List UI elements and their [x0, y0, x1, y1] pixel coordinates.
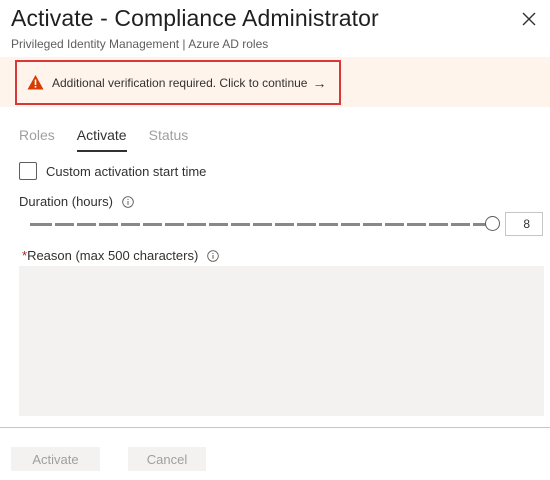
- cancel-button[interactable]: Cancel: [128, 447, 206, 471]
- duration-slider[interactable]: [30, 215, 500, 233]
- slider-tick: [360, 223, 363, 226]
- close-icon: [522, 12, 536, 26]
- verification-link[interactable]: Additional verification required. Click …: [15, 60, 341, 105]
- slider-tick: [52, 223, 55, 226]
- info-icon[interactable]: [207, 249, 220, 262]
- tab-status[interactable]: Status: [149, 126, 189, 152]
- slider-tick: [118, 223, 121, 226]
- slider-thumb[interactable]: [485, 216, 500, 231]
- slider-tick: [206, 223, 209, 226]
- reason-textarea[interactable]: [19, 266, 544, 416]
- page-title: Activate - Compliance Administrator: [11, 5, 379, 31]
- arrow-right-icon: →: [312, 74, 327, 91]
- slider-tick: [250, 223, 253, 226]
- slider-tick: [294, 223, 297, 226]
- duration-label-row: Duration (hours): [19, 194, 134, 209]
- slider-tick: [96, 223, 99, 226]
- custom-start-label: Custom activation start time: [46, 163, 207, 179]
- slider-tick: [426, 223, 429, 226]
- slider-tick: [316, 223, 319, 226]
- page-subtitle: Privileged Identity Management | Azure A…: [11, 37, 269, 51]
- duration-value-field[interactable]: 8: [505, 212, 543, 236]
- slider-tick: [338, 223, 341, 226]
- slider-track: [30, 223, 492, 226]
- slider-tick: [184, 223, 187, 226]
- tab-bar: Roles Activate Status: [19, 126, 210, 152]
- slider-tick: [448, 223, 451, 226]
- slider-tick: [272, 223, 275, 226]
- reason-label: Reason (max 500 characters): [27, 248, 199, 263]
- slider-tick: [228, 223, 231, 226]
- duration-label: Duration (hours): [19, 194, 113, 209]
- slider-tick: [140, 223, 143, 226]
- slider-tick: [74, 223, 77, 226]
- info-icon[interactable]: [122, 195, 134, 208]
- tab-roles[interactable]: Roles: [19, 126, 55, 152]
- activate-button[interactable]: Activate: [11, 447, 100, 471]
- slider-tick: [404, 223, 407, 226]
- slider-tick: [162, 223, 165, 226]
- close-button[interactable]: [518, 8, 540, 30]
- warning-icon: [27, 74, 44, 91]
- slider-tick: [470, 223, 473, 226]
- custom-start-option[interactable]: Custom activation start time: [19, 162, 206, 180]
- footer-divider: [0, 427, 550, 428]
- tab-activate[interactable]: Activate: [76, 126, 127, 152]
- slider-tick: [382, 223, 385, 226]
- reason-label-row: * Reason (max 500 characters): [22, 248, 220, 263]
- custom-start-checkbox[interactable]: [19, 162, 37, 180]
- verification-text: Additional verification required. Click …: [52, 75, 308, 90]
